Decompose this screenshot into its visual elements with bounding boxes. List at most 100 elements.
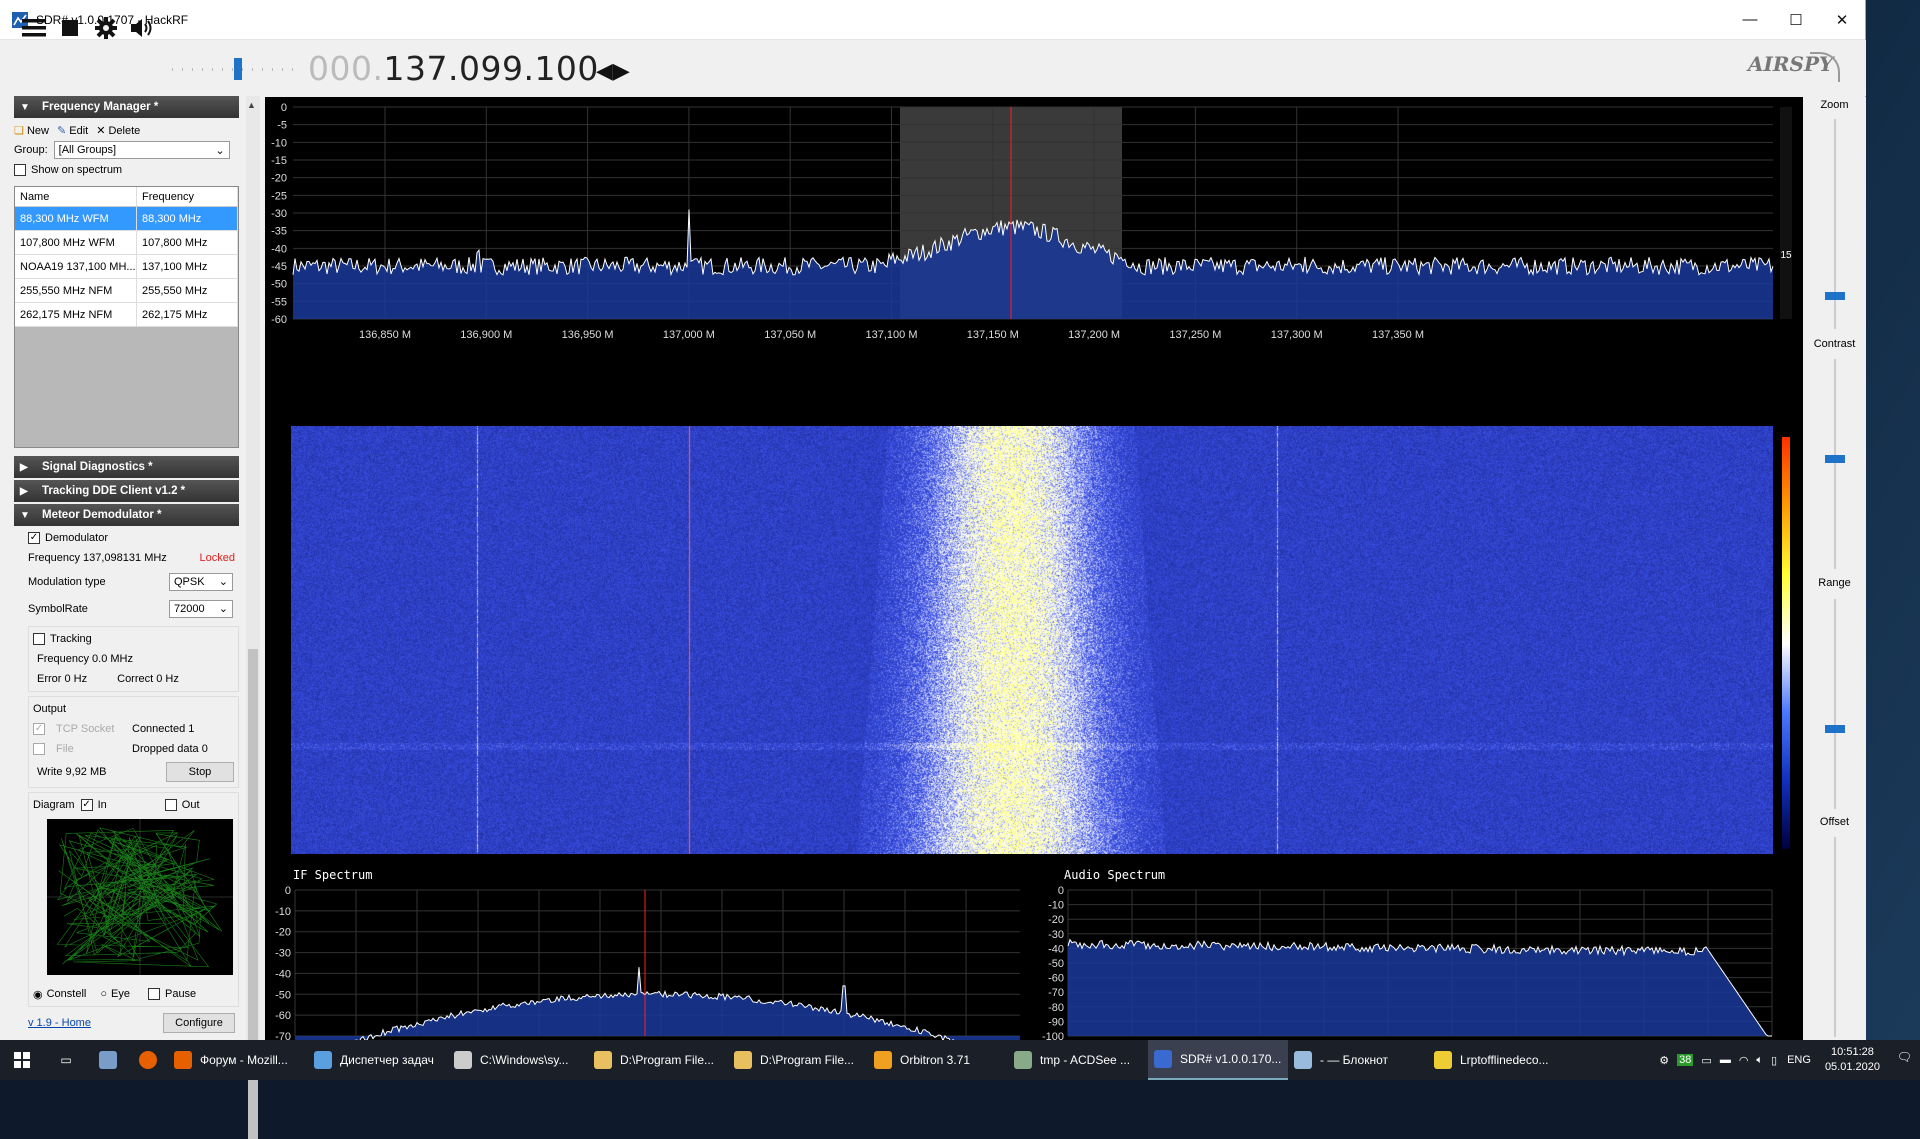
pinned-app-notepad[interactable] xyxy=(88,1040,128,1080)
edit-button[interactable]: ✎ Edit xyxy=(57,124,88,137)
modulation-select[interactable]: QPSK ⌄ xyxy=(169,572,233,591)
language-indicator[interactable]: ENG xyxy=(1787,1054,1811,1066)
write-status: Write 9,92 MB xyxy=(37,766,107,778)
taskbar-item[interactable]: - — Блокнот xyxy=(1288,1040,1428,1080)
collapsed-triangle-icon: ▶ xyxy=(20,461,28,473)
y-tick-label: -10 xyxy=(1048,900,1064,912)
pinned-app-firefox[interactable] xyxy=(128,1040,168,1080)
spectrum-analyzer[interactable]: 0 -5 -10 -15 -20 -25 -30 -35 -40 -45 -50 -55 -60 136,… xyxy=(265,97,1803,419)
taskbar-item[interactable]: tmp - ACDSee ... xyxy=(1008,1040,1148,1080)
taskbar-item[interactable]: C:\Windows\sy... xyxy=(448,1040,588,1080)
new-button[interactable]: ❏ New xyxy=(14,124,49,137)
scroll-up-icon[interactable]: ▲ xyxy=(247,100,256,110)
signal-diagnostics-header[interactable]: ▶ Signal Diagnostics * xyxy=(14,456,239,478)
maximize-button[interactable]: ☐ xyxy=(1773,0,1819,40)
volume-slider-thumb[interactable] xyxy=(234,58,242,80)
left-panel-scrollbar[interactable]: ▲ xyxy=(246,96,260,1139)
delete-button[interactable]: ✕ Delete xyxy=(96,124,140,137)
taskbar-item[interactable]: Форум - Mozill... xyxy=(168,1040,308,1080)
pause-checkbox[interactable] xyxy=(147,988,160,1000)
taskbar-item[interactable]: Lrptofflinedeco... xyxy=(1428,1040,1568,1080)
delete-icon: ✕ xyxy=(96,124,106,137)
offset-slider-track[interactable] xyxy=(1834,837,1836,1037)
table-row[interactable]: 262,175 MHz NFM 262,175 MHz xyxy=(15,303,238,327)
frequency-manager-header[interactable]: ▼ Frequency Manager * xyxy=(14,96,239,118)
tracking-dde-header[interactable]: ▶ Tracking DDE Client v1.2 * xyxy=(14,480,239,502)
volume-icon[interactable]: 🔈︎ xyxy=(1756,1054,1763,1067)
contrast-slider-thumb[interactable] xyxy=(1825,455,1845,463)
tray-window-icon[interactable]: ▭ xyxy=(1701,1054,1711,1067)
tcp-socket-checkbox[interactable]: ✓ xyxy=(33,723,45,735)
table-row[interactable]: 107,800 MHz WFM 107,800 MHz xyxy=(15,231,238,255)
y-tick-label: -10 xyxy=(275,906,291,918)
configure-button[interactable]: Configure xyxy=(163,1013,235,1033)
audio-spectrum-panel[interactable]: Audio Spectrum 0 -10 -20 -30 -40 -50 -60 -70 -80… xyxy=(1036,860,1803,1043)
eye-radio[interactable]: ○ xyxy=(100,988,107,1000)
contrast-slider-track[interactable] xyxy=(1834,359,1836,569)
show-on-spectrum-checkbox[interactable] xyxy=(14,164,26,176)
column-header-name[interactable]: Name xyxy=(15,187,137,206)
diagram-in-checkbox[interactable]: ✓ xyxy=(80,799,93,811)
collapsed-triangle-icon: ▶ xyxy=(20,485,28,497)
table-row[interactable]: 88,300 MHz WFM 88,300 MHz xyxy=(15,207,238,231)
group-select[interactable]: [All Groups] ⌄ xyxy=(53,141,230,159)
diagram-out-checkbox[interactable] xyxy=(164,799,177,811)
expanded-triangle-icon: ▼ xyxy=(20,509,30,521)
symbolrate-select[interactable]: 72000 ⌄ xyxy=(169,599,233,618)
range-slider-thumb[interactable] xyxy=(1825,725,1845,733)
tuning-arrows-icon[interactable]: ◀▶ xyxy=(596,58,630,84)
frequency-value: 137.099.100 xyxy=(383,49,599,88)
waterfall-canvas xyxy=(291,426,1773,854)
clock[interactable]: 10:51:28 05.01.2020 xyxy=(1825,1045,1880,1075)
y-tick-label: -45 xyxy=(271,261,287,273)
tray-app-icon[interactable]: ⚙ xyxy=(1659,1054,1669,1067)
task-view-button[interactable]: ▭ xyxy=(44,1040,88,1080)
taskbar-item[interactable]: SDR# v1.0.0.170... xyxy=(1148,1040,1288,1080)
constell-radio[interactable]: ◉ xyxy=(33,988,43,1001)
waterfall-colorbar xyxy=(1782,437,1790,849)
gear-icon[interactable] xyxy=(93,10,119,46)
right-panel: Zoom Contrast Range Offset xyxy=(1803,97,1866,1040)
usb-icon[interactable]: ▯ xyxy=(1771,1054,1777,1067)
menu-icon[interactable] xyxy=(20,10,48,46)
output-group: Output ✓ TCP Socket Connected 1 File Droppe… xyxy=(28,696,239,788)
spectrum-plot: 0 -5 -10 -15 -20 -25 -30 -35 -40 -45 -50 -55 -60 136,… xyxy=(271,102,1792,341)
taskbar-item-label: - — Блокнот xyxy=(1320,1053,1388,1067)
y-tick-label: -5 xyxy=(277,120,287,132)
taskbar-item[interactable]: D:\Program File... xyxy=(728,1040,868,1080)
zoom-slider-thumb[interactable] xyxy=(1825,292,1845,300)
meteor-demodulator-header[interactable]: ▼ Meteor Demodulator * xyxy=(14,504,239,526)
speaker-icon[interactable] xyxy=(128,10,156,46)
if-spectrum-panel[interactable]: IF Spectrum 0 -10 -20 -30 -40 -50 -60 -70 xyxy=(265,860,1030,1065)
stop-icon[interactable] xyxy=(60,10,80,46)
taskbar-item[interactable]: D:\Program File... xyxy=(588,1040,728,1080)
stop-button[interactable]: Stop xyxy=(166,762,234,782)
y-tick-label: -40 xyxy=(271,243,287,255)
tray-badge[interactable]: 38 xyxy=(1677,1054,1694,1066)
start-button[interactable] xyxy=(0,1040,44,1080)
table-row[interactable]: 255,550 MHz NFM 255,550 MHz xyxy=(15,279,238,303)
minimize-button[interactable]: — xyxy=(1727,0,1773,40)
close-button[interactable]: ✕ xyxy=(1819,0,1865,40)
column-header-frequency[interactable]: Frequency xyxy=(137,187,238,206)
waterfall-display[interactable] xyxy=(265,425,1803,855)
notification-icon[interactable]: 🗨︎ xyxy=(1897,1050,1912,1064)
network-icon[interactable]: ◠ xyxy=(1739,1054,1749,1067)
table-row[interactable]: NOAA19 137,100 MH... 137,100 MHz xyxy=(15,255,238,279)
tracking-checkbox[interactable] xyxy=(33,633,45,645)
demodulator-checkbox[interactable]: ✓ xyxy=(28,532,40,544)
battery-icon[interactable]: ▬ xyxy=(1720,1054,1731,1066)
frequency-display[interactable]: 000.137.099.100 xyxy=(308,49,599,88)
demod-frequency: Frequency 137,098131 MHz xyxy=(28,552,167,564)
audio-spectrum-fill xyxy=(1068,939,1772,1036)
y-tick-label: -10 xyxy=(271,137,287,149)
firefox-icon xyxy=(139,1051,157,1069)
y-tick-label: -60 xyxy=(1048,973,1064,985)
range-label: Range xyxy=(1818,577,1851,589)
file-checkbox[interactable] xyxy=(33,743,45,755)
taskbar-item[interactable]: Диспетчер задач xyxy=(308,1040,448,1080)
home-link[interactable]: v 1.9 - Home xyxy=(28,1017,91,1029)
range-slider-track[interactable] xyxy=(1834,599,1836,809)
symbolrate-label: SymbolRate xyxy=(28,602,88,615)
taskbar-item[interactable]: Orbitron 3.71 xyxy=(868,1040,1008,1080)
